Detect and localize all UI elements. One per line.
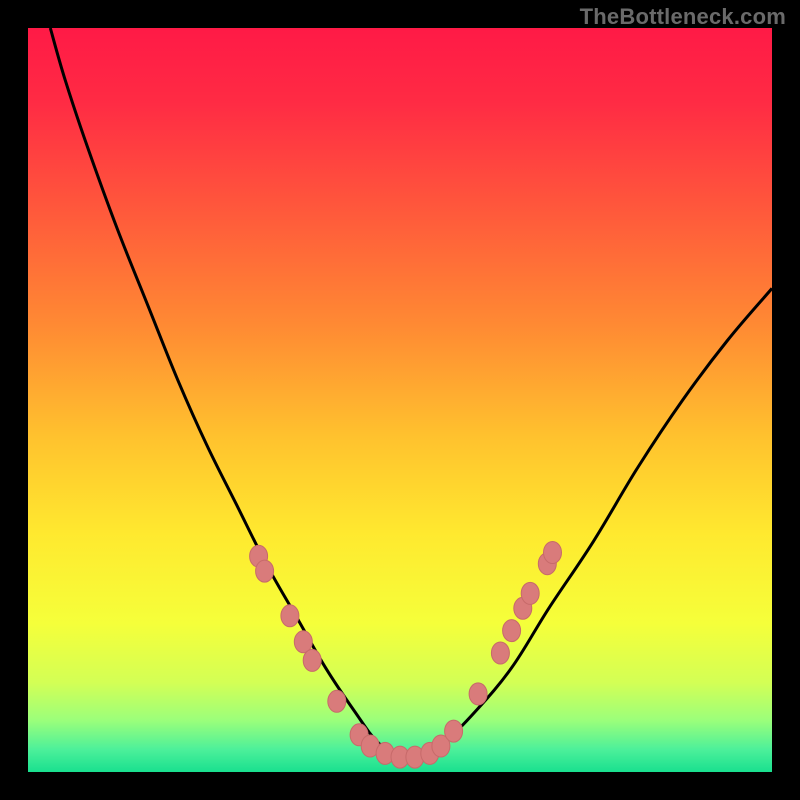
data-marker — [445, 720, 463, 742]
data-marker — [544, 542, 562, 564]
data-marker — [281, 605, 299, 627]
bottleneck-curve — [50, 28, 772, 759]
outer-frame: TheBottleneck.com — [0, 0, 800, 800]
chart-curve-layer — [28, 28, 772, 772]
data-marker — [303, 649, 321, 671]
watermark-label: TheBottleneck.com — [580, 4, 786, 30]
data-markers — [250, 542, 562, 769]
data-marker — [328, 690, 346, 712]
plot-area — [28, 28, 772, 772]
data-marker — [491, 642, 509, 664]
data-marker — [521, 582, 539, 604]
data-marker — [256, 560, 274, 582]
data-marker — [503, 620, 521, 642]
data-marker — [469, 683, 487, 705]
